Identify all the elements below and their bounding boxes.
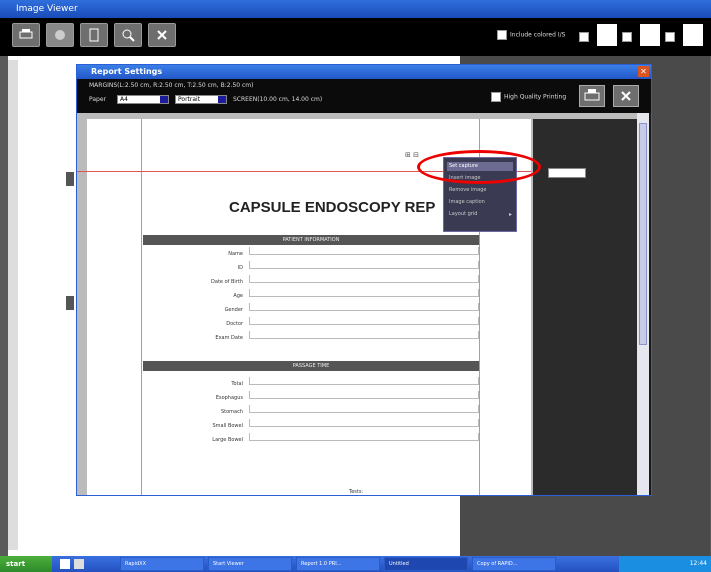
task-button-active[interactable]: Untitled (384, 557, 468, 571)
field-input[interactable] (249, 261, 479, 269)
footer-text: Tests: (349, 489, 364, 495)
include-colored-label: Include colored I/S (510, 31, 566, 39)
report-title: CAPSULE ENDOSCOPY REP (229, 199, 436, 216)
chevron-down-icon (218, 96, 226, 103)
field-label: Name (228, 251, 243, 257)
field-label: Gender (224, 307, 243, 313)
section-patient-info: PATIENT INFORMATION (143, 235, 479, 245)
field-input[interactable] (249, 303, 479, 311)
paper-label: Paper (89, 96, 106, 103)
outer-toolbar: Include colored I/S (0, 18, 711, 56)
preview-scrollbar[interactable] (637, 113, 649, 495)
field-label: ID (237, 265, 243, 271)
chevron-down-icon (160, 96, 168, 103)
field-label: Small Bowel (212, 423, 243, 429)
field-input[interactable] (249, 419, 479, 427)
field-input[interactable] (249, 391, 479, 399)
tray-clock: 12:44 (689, 560, 707, 567)
dialog-print-button[interactable] (579, 85, 605, 107)
field-input[interactable] (249, 377, 479, 385)
task-button[interactable]: Copy of RAPID... (472, 557, 556, 571)
layout-checkbox-2[interactable] (621, 32, 632, 42)
task-button[interactable]: RapidXX (120, 557, 204, 571)
layout-checkbox-1[interactable] (578, 32, 589, 42)
field-input[interactable] (249, 405, 479, 413)
include-colored-checkbox[interactable] (497, 30, 508, 40)
field-label: Exam Date (215, 335, 243, 341)
field-label: Esophagus (215, 395, 243, 401)
field-input[interactable] (249, 433, 479, 441)
print-button[interactable] (12, 23, 40, 47)
menu-item-image-caption[interactable]: Image caption (447, 198, 513, 207)
page-button[interactable] (80, 23, 108, 47)
paper-select-value: A4 (120, 96, 128, 103)
layout-3x3-icon[interactable] (683, 24, 703, 46)
highlight-annotation (417, 150, 541, 184)
field-input[interactable] (249, 275, 479, 283)
paper-select[interactable]: A4 (117, 95, 169, 104)
zoom-button[interactable] (114, 23, 142, 47)
dialog-cancel-button[interactable] (613, 85, 639, 107)
left-margin-guide[interactable] (141, 119, 142, 495)
taskbar: start RapidXX Start Viewer Report 1.0 PR… (0, 556, 711, 572)
high-quality-option[interactable]: High Quality Printing (491, 92, 566, 102)
capture-glyph-icon[interactable]: ⊞ ⊟ (405, 151, 419, 159)
field-label: Stomach (220, 409, 243, 415)
dialog-title-bar: Report Settings ✕ (77, 65, 651, 79)
submenu-arrow-icon: ▸ (508, 211, 512, 218)
high-quality-checkbox[interactable] (491, 92, 501, 102)
layout-2x3-icon[interactable] (639, 24, 660, 46)
quicklaunch-icon[interactable] (74, 559, 84, 569)
field-label: Large Bowel (212, 437, 243, 443)
margins-text: MARGINS(L:2.50 cm, R:2.50 cm, T:2.50 cm,… (89, 82, 254, 89)
orientation-select[interactable]: Portrait (175, 95, 227, 104)
dialog-header: MARGINS(L:2.50 cm, R:2.50 cm, T:2.50 cm,… (77, 79, 651, 113)
dialog-close-button[interactable]: ✕ (638, 66, 649, 77)
field-label: Total (231, 381, 243, 387)
section-passage-time: PASSAGE TIME (143, 361, 479, 371)
scrollbar-thumb[interactable] (639, 123, 647, 345)
menu-item-remove-image[interactable]: Remove image (447, 186, 513, 195)
field-input[interactable] (249, 317, 479, 325)
capture-button[interactable] (46, 23, 74, 47)
dialog-title: Report Settings (91, 67, 163, 76)
task-button[interactable]: Start Viewer (208, 557, 292, 571)
field-input[interactable] (249, 289, 479, 297)
field-label: Date of Birth (211, 279, 243, 285)
outer-window-title: Image Viewer (16, 4, 78, 14)
layout-2x2-icon[interactable] (596, 24, 617, 46)
orientation-select-value: Portrait (178, 96, 201, 103)
report-settings-dialog: Report Settings ✕ MARGINS(L:2.50 cm, R:2… (76, 64, 652, 496)
field-input[interactable] (249, 247, 479, 255)
layout-checkbox-3[interactable] (664, 32, 675, 42)
side-handle-top[interactable] (66, 172, 74, 186)
viewer-left-strip (8, 60, 74, 550)
task-button[interactable]: Report 1.0 PRI... (296, 557, 380, 571)
side-handle-bottom[interactable] (66, 296, 74, 310)
layout-options: Include colored I/S (497, 24, 703, 48)
field-input[interactable] (249, 331, 479, 339)
outer-title-bar: Image Viewer (0, 0, 711, 18)
close-viewer-button[interactable] (148, 23, 176, 47)
start-button[interactable]: start (0, 556, 52, 572)
high-quality-label: High Quality Printing (504, 93, 567, 101)
screen-text: SCREEN(10.00 cm, 14.00 cm) (233, 96, 323, 103)
system-tray: 12:44 (619, 556, 711, 572)
field-label: Doctor (226, 321, 243, 327)
quicklaunch-icon[interactable] (60, 559, 70, 569)
menu-item-layout-grid[interactable]: Layout grid (447, 210, 513, 219)
value-field[interactable] (548, 168, 586, 178)
field-label: Age (233, 293, 243, 299)
